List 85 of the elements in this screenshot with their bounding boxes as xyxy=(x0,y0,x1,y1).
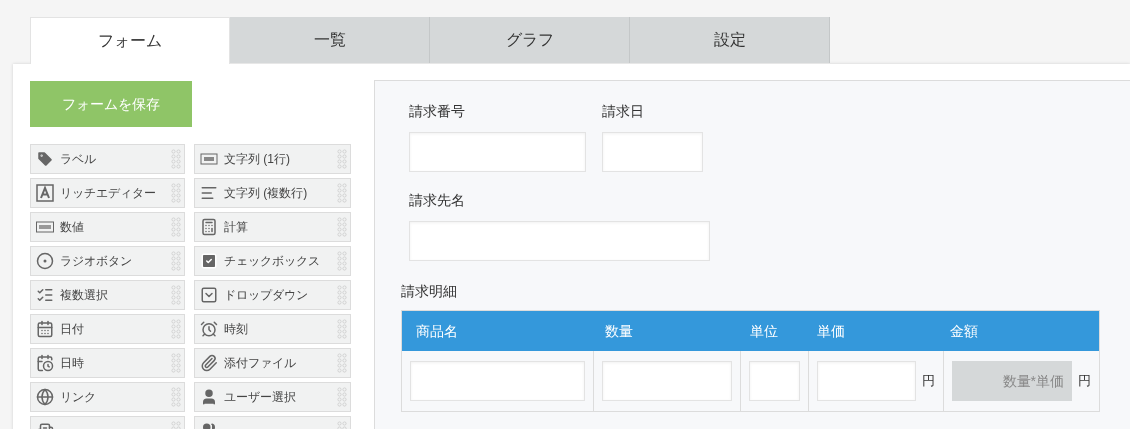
drag-handle-icon[interactable] xyxy=(337,319,347,339)
drag-handle-icon[interactable] xyxy=(171,217,181,237)
column-header: 数量 xyxy=(604,323,633,339)
palette-item-label: リンク xyxy=(60,389,97,406)
drag-handle-icon[interactable] xyxy=(171,387,181,407)
palette-item[interactable]: 複数選択 xyxy=(30,280,185,310)
drag-handle-icon[interactable] xyxy=(171,149,181,169)
input-field[interactable] xyxy=(409,221,710,261)
table-input-field[interactable] xyxy=(410,361,585,401)
palette-item[interactable]: ラベル xyxy=(30,144,185,174)
palette-item-label: リッチエディター xyxy=(60,185,157,202)
palette-item[interactable]: ラジオボタン xyxy=(30,246,185,276)
drag-handle-icon[interactable] xyxy=(337,353,347,373)
alarm-clock-icon xyxy=(200,320,218,338)
palette-item-label: 文字列 (複数行) xyxy=(224,185,309,202)
drag-handle-icon[interactable] xyxy=(337,387,347,407)
field-label: 請求番号 xyxy=(409,102,466,121)
drag-handle-icon[interactable] xyxy=(171,285,181,305)
palette-item[interactable]: 文字列 (複数行) xyxy=(194,178,351,208)
palette-item-label: 複数選択 xyxy=(60,287,109,304)
radio-icon xyxy=(36,252,54,270)
field-label: 請求先名 xyxy=(409,191,466,210)
palette-item-label: 文字列 (1行) xyxy=(224,151,291,168)
input-field[interactable] xyxy=(409,132,586,172)
column-header: 単位 xyxy=(749,323,778,339)
palette-item[interactable]: 日付 xyxy=(30,314,185,344)
column-header: 金額 xyxy=(949,323,978,339)
calendar-icon xyxy=(36,354,54,372)
letter-a-icon xyxy=(36,184,54,202)
drag-handle-icon[interactable] xyxy=(337,183,347,203)
table-title: 請求明細 xyxy=(401,282,458,301)
drag-handle-icon[interactable] xyxy=(337,251,347,271)
drag-handle-icon[interactable] xyxy=(337,285,347,305)
user-icon xyxy=(200,388,218,406)
drag-handle-icon[interactable] xyxy=(171,353,181,373)
palette-item-label: 計算 xyxy=(224,219,249,236)
table-input-field[interactable] xyxy=(749,361,800,401)
drag-handle-icon[interactable] xyxy=(337,217,347,237)
palette-item-label: ラベル xyxy=(60,151,97,168)
dropdown-icon xyxy=(200,286,218,304)
globe-icon xyxy=(36,388,54,406)
table-input-field[interactable] xyxy=(602,361,732,401)
calendar-icon xyxy=(36,320,54,338)
tab[interactable]: 設定 xyxy=(630,17,830,63)
palette-item-label: ドロップダウン xyxy=(224,287,309,304)
palette-item-label: ユーザー選択 xyxy=(224,389,297,406)
palette-item-label: 日時 xyxy=(60,355,85,372)
palette-item[interactable]: ドロップダウン xyxy=(194,280,351,310)
palette-item-label: チェックボックス xyxy=(224,253,321,270)
column-header: 商品名 xyxy=(416,323,458,339)
tab[interactable]: グラフ xyxy=(430,17,630,63)
text-lines-icon xyxy=(200,184,218,202)
tab[interactable]: 一覧 xyxy=(230,17,430,63)
palette-item[interactable]: リッチエディター xyxy=(30,178,185,208)
palette-item[interactable]: 添付ファイル xyxy=(194,348,351,378)
list-icon xyxy=(36,286,54,304)
drag-handle-icon[interactable] xyxy=(171,183,181,203)
palette-item[interactable]: チェックボックス xyxy=(194,246,351,276)
palette-item[interactable]: 文字列 (1行) xyxy=(194,144,351,174)
calculator-icon xyxy=(200,218,218,236)
palette-item-label: 時刻 xyxy=(224,321,249,338)
tag-icon xyxy=(36,150,54,168)
unit-label: 円 xyxy=(1078,372,1091,391)
palette-item-label: 数値 xyxy=(60,219,85,236)
column-header: 単価 xyxy=(816,323,845,339)
drag-handle-icon[interactable] xyxy=(171,319,181,339)
palette-item-label: 日付 xyxy=(60,321,85,338)
palette-item-label: 添付ファイル xyxy=(224,355,297,372)
calculated-field: 数量*単価 xyxy=(952,361,1072,401)
checkbox-icon xyxy=(200,252,218,270)
palette-item[interactable]: 数値 xyxy=(30,212,185,242)
palette-item[interactable]: 時刻 xyxy=(194,314,351,344)
palette-item[interactable]: リンク xyxy=(30,382,185,412)
field-label: 請求日 xyxy=(602,102,645,121)
palette-item[interactable]: 計算 xyxy=(194,212,351,242)
paperclip-icon xyxy=(200,354,218,372)
drag-handle-icon[interactable] xyxy=(337,149,347,169)
table-input-field[interactable] xyxy=(817,361,916,401)
palette-item-label: ラジオボタン xyxy=(60,253,133,270)
drag-handle-icon[interactable] xyxy=(171,251,181,271)
palette-item[interactable]: ユーザー選択 xyxy=(194,382,351,412)
palette-item[interactable]: 日時 xyxy=(30,348,185,378)
tab[interactable]: フォーム xyxy=(30,17,230,64)
input-field[interactable] xyxy=(602,132,703,172)
unit-label: 円 xyxy=(922,372,935,391)
